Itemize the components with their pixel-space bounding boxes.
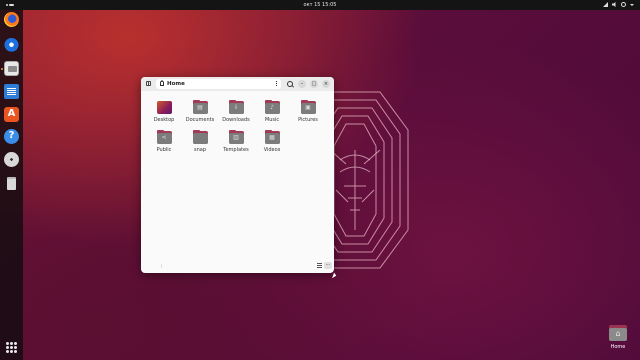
trash-icon[interactable] [4,175,19,190]
disc-icon[interactable] [4,152,19,167]
minimize-button[interactable]: – [298,80,306,88]
item-label: Documents [185,117,215,123]
item-label: Public [156,147,172,153]
folder-snap[interactable]: snap [183,130,217,153]
music-folder-icon: ♪ [264,100,280,114]
maximize-button[interactable]: □ [310,80,318,88]
folder-public[interactable]: ⋖ Public [147,130,181,153]
files-icon[interactable] [4,61,19,76]
chevron-down-icon[interactable] [630,3,634,6]
pictures-folder-icon: ▣ [300,100,316,114]
public-folder-icon: ⋖ [156,130,172,144]
desktop-home-label: Home [610,344,626,350]
network-icon[interactable] [603,2,608,7]
thunderbird-icon[interactable] [4,38,19,53]
app-center-icon[interactable] [4,107,19,122]
item-label: Pictures [298,117,318,123]
path-bar[interactable]: Home [156,79,281,89]
folder-documents[interactable]: ▤ Documents [183,100,217,123]
item-label: Templates [223,147,249,153]
file-grid: Desktop ▤ Documents ⇩ Downloads ♪ Music … [141,91,334,273]
more-options-button[interactable]: ⋯ [324,262,332,269]
path-label: Home [167,81,185,87]
videos-folder-icon: ▦ [264,130,280,144]
sidebar-toggle-icon[interactable] [146,81,151,86]
item-label: Desktop [153,117,175,123]
volume-icon[interactable] [612,2,616,7]
system-tray[interactable] [603,2,634,7]
running-indicator [1,68,3,70]
documents-folder-icon: ▤ [192,100,208,114]
mouse-cursor-icon [332,272,337,280]
show-apps-grid-icon[interactable] [6,342,17,353]
list-view-icon[interactable] [317,263,322,268]
desktop-folder-icon [156,101,172,114]
search-icon[interactable] [287,81,293,87]
power-icon[interactable] [621,2,626,7]
folder-desktop[interactable]: Desktop [147,101,181,123]
firefox-icon[interactable] [4,12,19,27]
writer-icon[interactable] [4,84,19,99]
item-label: Downloads [222,117,250,123]
folder-music[interactable]: ♪ Music [255,100,289,123]
status-bar: ⋯ [141,259,334,273]
clock[interactable]: окт 15 15:05 [0,2,640,8]
folder-downloads[interactable]: ⇩ Downloads [219,100,253,123]
downloads-folder-icon: ⇩ [228,100,244,114]
item-label: snap [193,147,206,153]
desktop-home-icon[interactable]: ⌂ Home [606,325,630,350]
snap-folder-icon [192,130,208,144]
dock [0,10,23,360]
folder-templates[interactable]: ▥ Templates [219,130,253,153]
divider [161,264,162,268]
folder-videos[interactable]: ▦ Videos [255,130,289,153]
files-window: Home – □ × Desktop ▤ Documents ⇩ Downloa… [141,77,334,273]
help-icon[interactable] [4,129,19,144]
folder-pictures[interactable]: ▣ Pictures [291,100,325,123]
home-folder-icon: ⌂ [609,325,627,341]
header-bar: Home – □ × [141,77,334,91]
close-button[interactable]: × [322,80,330,88]
home-icon [160,80,164,86]
top-bar: окт 15 15:05 [0,0,640,10]
kebab-menu-icon[interactable] [276,81,278,87]
item-label: Videos [263,147,281,153]
templates-folder-icon: ▥ [228,130,244,144]
item-label: Music [264,117,280,123]
